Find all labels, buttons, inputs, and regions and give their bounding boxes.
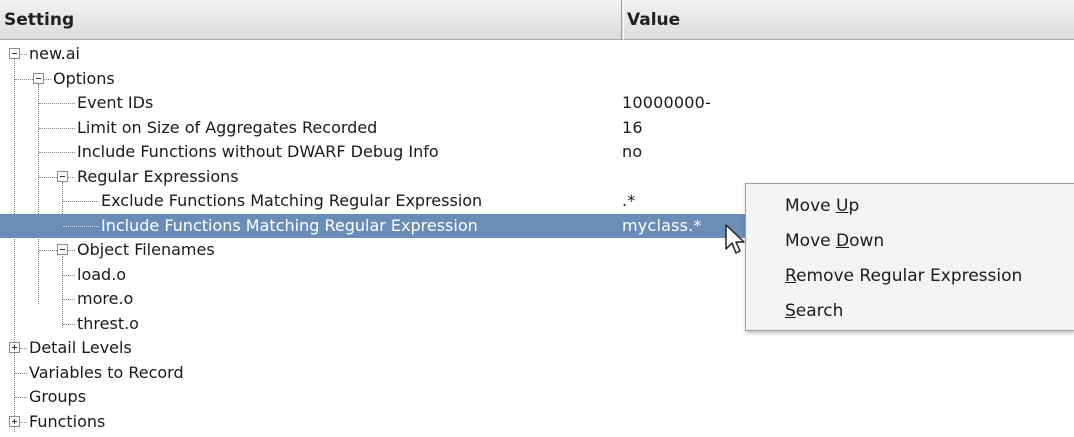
- tree-item-label: Options: [53, 68, 115, 88]
- tree-row-options[interactable]: Options: [0, 67, 1074, 92]
- tree-item-label: Include Functions Matching Regular Expre…: [101, 215, 478, 235]
- tree-row-detail-levels[interactable]: Detail Levels: [0, 336, 1074, 361]
- collapse-icon[interactable]: [33, 72, 44, 84]
- tree-item-value[interactable]: .*: [622, 189, 636, 213]
- expand-icon[interactable]: [9, 342, 20, 353]
- tree-item-label: new.ai: [29, 44, 80, 63]
- tree-guide-line: [15, 397, 27, 398]
- collapse-icon[interactable]: [9, 48, 20, 59]
- search-menu-item[interactable]: Search: [785, 297, 843, 325]
- tree-guide-line: [15, 78, 33, 80]
- tree-guide-line: [68, 250, 75, 251]
- move-up-menu-item[interactable]: Move Up: [785, 192, 859, 220]
- tree-row-new-ai[interactable]: new.ai: [0, 42, 1074, 67]
- tree-item-value[interactable]: no: [622, 140, 642, 164]
- context-menu: Move Up Move Down Remove Regular Express…: [745, 183, 1074, 331]
- tree-guide-line: [63, 201, 99, 202]
- collapse-icon[interactable]: [57, 244, 68, 255]
- tree-guide-line: [63, 225, 99, 227]
- collapse-icon[interactable]: [57, 170, 68, 182]
- tree-item-label: more.o: [77, 289, 134, 308]
- menu-mnemonic: R: [785, 266, 797, 286]
- tree-item-label: Regular Expressions: [77, 166, 239, 186]
- tree-item-label: load.o: [77, 264, 127, 284]
- tree-guide-line: [15, 372, 27, 374]
- tree-guide-line: [39, 152, 75, 153]
- mouse-pointer-icon: [725, 224, 745, 254]
- tree-guide-line: [39, 176, 57, 178]
- tree-item-label: Event IDs: [77, 93, 154, 112]
- tree-item-label: threst.o: [77, 313, 139, 333]
- menu-mnemonic: S: [785, 301, 796, 321]
- tree-guide-line: [20, 348, 27, 349]
- column-header: Setting Value: [0, 0, 1074, 40]
- setting-column-header[interactable]: Setting: [0, 0, 622, 40]
- tree-row-variables-to-record[interactable]: Variables to Record: [0, 361, 1074, 386]
- tree-item-label: Include Functions without DWARF Debug In…: [77, 142, 439, 161]
- expand-icon[interactable]: [9, 415, 20, 427]
- tree-guide-line: [20, 54, 27, 55]
- remove-regular-expression-menu-item[interactable]: Remove Regular Expression: [785, 262, 1022, 290]
- tree-row-aggregates-limit[interactable]: Limit on Size of Aggregates Recorded 16: [0, 116, 1074, 141]
- tree-item-label: Detail Levels: [29, 338, 132, 357]
- tree-row-event-ids[interactable]: Event IDs 10000000-: [0, 91, 1074, 116]
- tree-guide-line: [68, 176, 75, 178]
- tree-guide-line: [44, 78, 51, 80]
- tree-guide-line: [39, 103, 75, 104]
- tree-guide-line: [63, 299, 75, 300]
- tree-guide-line: [39, 250, 57, 251]
- tree-item-label: Limit on Size of Aggregates Recorded: [77, 117, 378, 137]
- tree-item-label: Functions: [29, 411, 106, 431]
- tree-guide-line: [63, 274, 75, 276]
- menu-mnemonic: U: [836, 196, 849, 216]
- tree-guide-line: [63, 323, 75, 325]
- move-down-menu-item[interactable]: Move Down: [785, 227, 884, 255]
- value-column-header[interactable]: Value: [623, 0, 1074, 40]
- tree-item-label: Object Filenames: [77, 240, 215, 259]
- tree-item-value[interactable]: 16: [622, 116, 643, 140]
- tree-item-value[interactable]: myclass.*: [622, 214, 702, 238]
- tree-row-functions[interactable]: Functions: [0, 410, 1074, 435]
- tree-row-groups[interactable]: Groups: [0, 385, 1074, 410]
- tree-item-label: Groups: [29, 387, 87, 406]
- tree-item-label: Variables to Record: [29, 362, 184, 382]
- tree-row-dwarf-functions[interactable]: Include Functions without DWARF Debug In…: [0, 140, 1074, 165]
- settings-window: Setting Value new.ai Options Event IDs 1: [0, 0, 1074, 437]
- tree-guide-line: [39, 127, 75, 129]
- tree-item-value[interactable]: 10000000-: [622, 91, 711, 115]
- menu-mnemonic: D: [836, 231, 850, 251]
- tree-item-label: Exclude Functions Matching Regular Expre…: [101, 191, 483, 210]
- tree-guide-line: [20, 421, 27, 423]
